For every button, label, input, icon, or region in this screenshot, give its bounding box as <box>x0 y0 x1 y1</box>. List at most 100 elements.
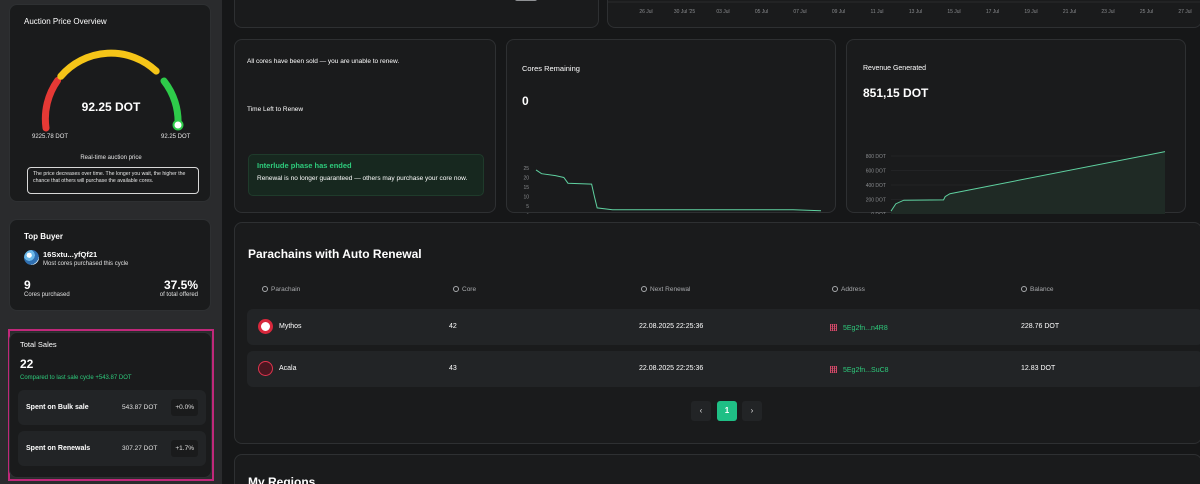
buyer-subtitle: Most cores purchased this cycle <box>43 261 129 267</box>
avatar <box>24 250 39 265</box>
interlude-alert: Interlude phase has ended Renewal is no … <box>248 154 484 196</box>
search-icon <box>453 286 459 292</box>
sales-comparison: Compared to last sale cycle +543.87 DOT <box>20 375 132 381</box>
auction-price-card: Auction Price Overview 92.25 DOT 9225.78… <box>9 4 211 202</box>
axis-tick-label: 05 Jul <box>755 9 768 15</box>
balance: 228.76 DOT <box>1021 323 1060 330</box>
y-tick-label: 10 <box>523 195 529 201</box>
total-sales-title: Total Sales <box>20 340 57 349</box>
bulk-sale-label: Spent on Bulk sale <box>26 404 89 411</box>
address-cell[interactable]: 5Eg2fn...SuC8 <box>830 365 889 374</box>
axis-tick-label: 21 Jul <box>1063 9 1076 15</box>
renewals-change-badge: +1.7% <box>171 440 198 457</box>
percent-offered-label: of total offered <box>159 292 198 298</box>
next-page-button[interactable]: › <box>742 401 762 421</box>
table-row[interactable]: Mythos 42 22.08.2025 22:25:36 5Eg2fn...n… <box>247 309 1200 345</box>
search-icon <box>1021 286 1027 292</box>
renewals-amount: 307.27 DOT <box>122 445 158 452</box>
parachain-name: Mythos <box>279 323 302 330</box>
acala-icon <box>258 361 273 376</box>
gauge-max-label: 92.25 DOT <box>161 134 191 140</box>
gauge-marker <box>172 119 184 131</box>
search-icon <box>832 286 838 292</box>
cores-series-line <box>535 169 822 212</box>
axis-tick-label: 15 Jul <box>947 9 960 15</box>
table-row[interactable]: Acala 43 22.08.2025 22:25:36 5Eg2fn...Su… <box>247 351 1200 387</box>
address-link[interactable]: 5Eg2fn...SuC8 <box>843 367 889 374</box>
buyer-address[interactable]: 16Sxtu...yfQf21 <box>43 250 97 259</box>
percent-offered: 37.5% <box>163 278 198 292</box>
total-sales-card: Total Sales 22 Compared to last sale cyc… <box>9 332 212 478</box>
alert-title: Interlude phase has ended <box>257 161 352 170</box>
axis-tick-label: 30 Jul '25 <box>674 9 695 15</box>
cores-purchased-count: 9 <box>24 278 31 292</box>
time-left-label: Time Left to Renew <box>247 106 304 113</box>
address-cell[interactable]: 5Eg2fn...n4R8 <box>830 323 888 332</box>
prev-page-button[interactable]: ‹ <box>691 401 711 421</box>
gauge-min-label: 9225.78 DOT <box>32 134 69 140</box>
current-price: 92.25 DOT <box>81 100 141 114</box>
renewals-label: Spent on Renewals <box>26 445 91 452</box>
top-buyer-title: Top Buyer <box>24 232 63 241</box>
column-header-balance[interactable]: Balance <box>1021 285 1054 293</box>
balance: 12.83 DOT <box>1021 365 1056 372</box>
my-regions-card: My Regions <box>234 454 1200 484</box>
partial-chart-shape <box>515 0 537 1</box>
sold-out-text: All cores have been sold — you are unabl… <box>247 58 400 65</box>
mythos-icon <box>258 319 273 334</box>
bulk-sale-amount: 543.87 DOT <box>122 404 158 411</box>
revenue-card: Revenue Generated 851,15 DOT 800 DOT 600 … <box>846 39 1186 214</box>
alert-body: Renewal is no longer guaranteed — others… <box>257 175 468 182</box>
y-tick-label: 600 DOT <box>866 169 886 175</box>
column-header-address[interactable]: Address <box>832 285 865 293</box>
renewal-status-card: All cores have been sold — you are unabl… <box>234 39 496 213</box>
next-renewal: 22.08.2025 22:25:36 <box>639 323 704 330</box>
bulk-sale-row: Spent on Bulk sale 543.87 DOT +0.0% <box>18 390 206 425</box>
axis-tick-label: 25 Jul <box>1140 9 1153 15</box>
axis-tick-label: 13 Jul <box>909 9 922 15</box>
axis-tick-label: 27 Jul <box>1178 9 1191 15</box>
y-tick-label: 25 <box>523 166 529 172</box>
parachains-card: Parachains with Auto Renewal Parachain C… <box>234 222 1200 444</box>
address-link[interactable]: 5Eg2fn...n4R8 <box>843 325 888 332</box>
y-tick-label: 0 <box>526 214 529 215</box>
revenue-area <box>891 151 1165 214</box>
next-renewal: 22.08.2025 22:25:36 <box>639 365 704 372</box>
price-gauge <box>41 49 184 132</box>
axis-tick-label: 26 Jul <box>639 9 652 15</box>
cores-purchased-label: Cores purchased <box>24 292 70 298</box>
search-icon <box>641 286 647 292</box>
parachains-title: Parachains with Auto Renewal <box>248 247 422 261</box>
y-tick-label: 0 DOT <box>871 212 886 214</box>
price-note: The price decreases over time. The longe… <box>27 167 199 194</box>
identicon-icon <box>830 324 837 331</box>
axis-tick-label: 03 Jul <box>716 9 729 15</box>
parachain-name: Acala <box>279 365 297 372</box>
identicon-icon <box>830 366 837 373</box>
y-tick-label: 5 <box>526 204 529 210</box>
renewals-row: Spent on Renewals 307.27 DOT +1.7% <box>18 431 206 466</box>
top-buyer-card: Top Buyer 16Sxtu...yfQf21 Most cores pur… <box>9 219 211 311</box>
axis-tick-label: 19 Jul <box>1024 9 1037 15</box>
column-header-core[interactable]: Core <box>453 285 476 293</box>
y-tick-label: 200 DOT <box>866 198 886 204</box>
axis-tick-label: 07 Jul <box>793 9 806 15</box>
y-tick-label: 400 DOT <box>866 183 886 189</box>
column-header-parachain[interactable]: Parachain <box>262 285 300 293</box>
y-tick-label: 15 <box>523 185 529 191</box>
gauge-yellow-arc <box>57 49 160 80</box>
my-regions-title: My Regions <box>248 475 316 484</box>
bulk-sale-change-badge: +0.0% <box>171 399 198 416</box>
top-left-card <box>234 0 599 28</box>
total-sales-count: 22 <box>20 357 34 371</box>
column-header-next-renewal[interactable]: Next Renewal <box>641 285 690 293</box>
cores-remaining-card: Cores Remaining 0 252015105028 Jun30 Jun… <box>506 39 836 215</box>
core-number: 42 <box>449 323 457 330</box>
page-1-button[interactable]: 1 <box>717 401 737 421</box>
axis-tick-label: 11 Jul <box>871 9 884 15</box>
axis-tick-label: 23 Jul <box>1101 9 1114 15</box>
search-icon <box>262 286 268 292</box>
core-number: 43 <box>449 365 457 372</box>
top-chart-card: 26 Jul 30 Jul '25 03 Jul 05 Jul 07 Jul 09 Jul… <box>607 0 1200 28</box>
top-chart-axis: 26 Jul 30 Jul '25 03 Jul 05 Jul 07 Jul 09 Jul… <box>608 1 1200 15</box>
